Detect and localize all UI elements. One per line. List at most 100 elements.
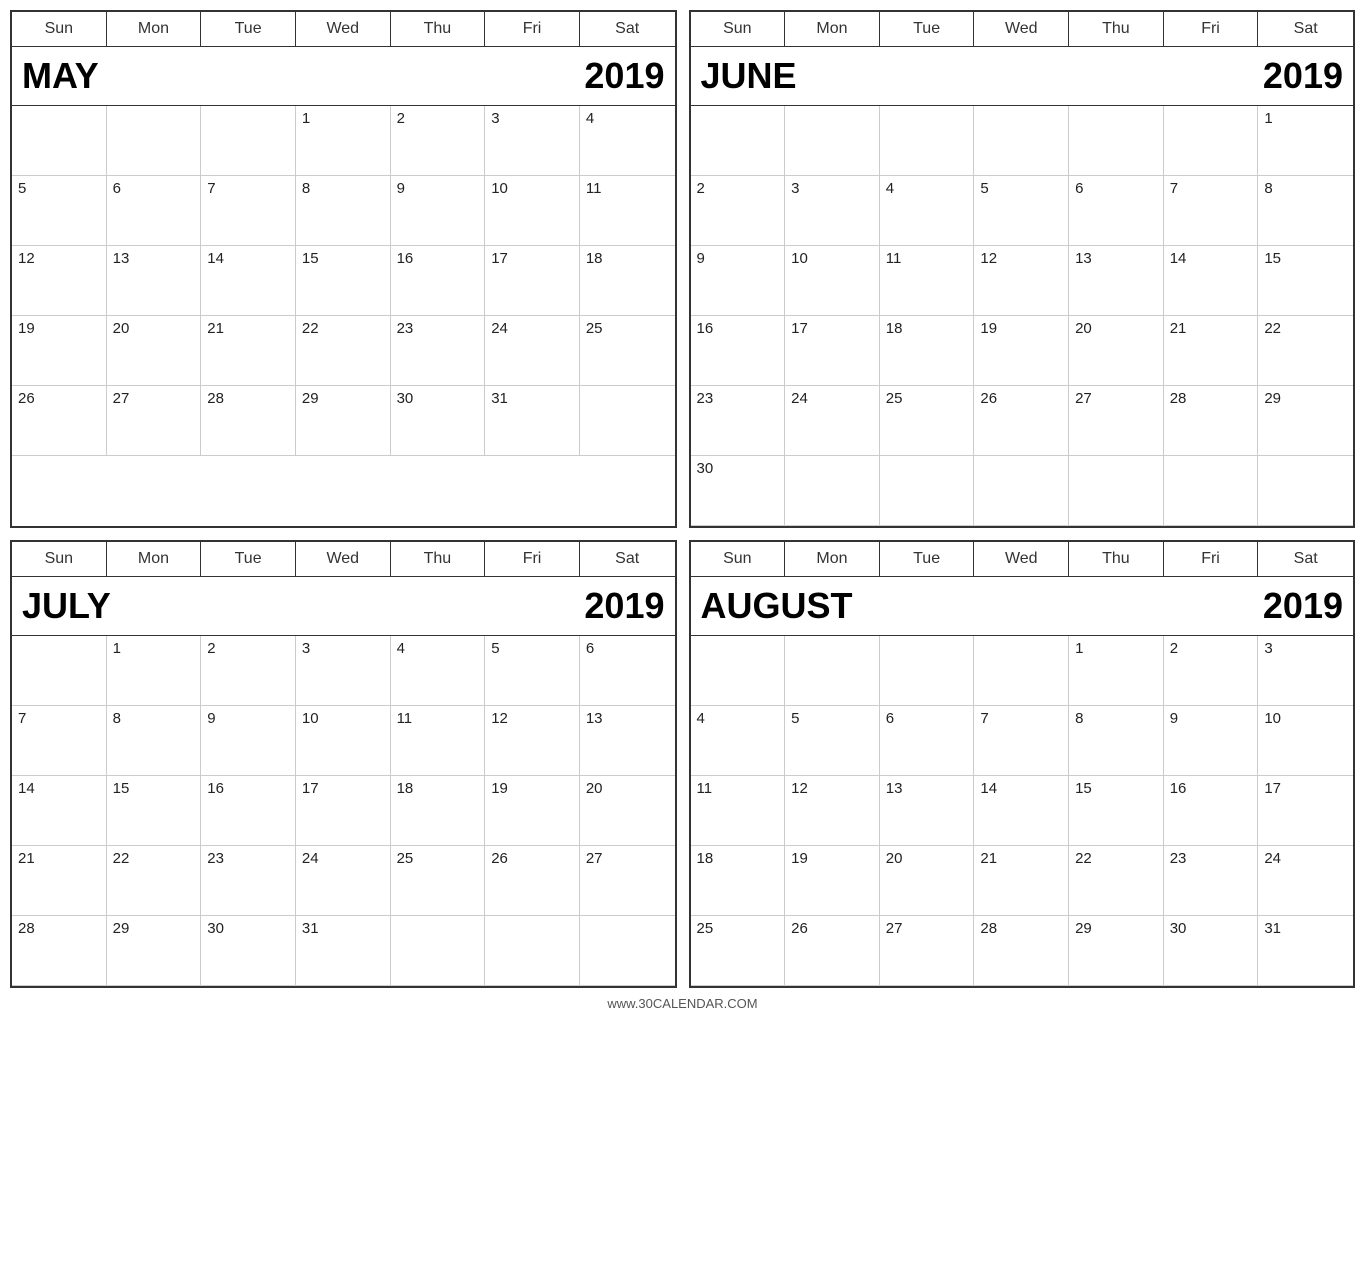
day-header-thu: Thu [391, 12, 486, 46]
day-cell: 11 [391, 706, 486, 776]
day-number: 9 [207, 710, 289, 727]
day-number: 20 [586, 780, 669, 797]
day-number: 31 [491, 390, 573, 407]
day-number: 24 [302, 850, 384, 867]
day-cell: 24 [296, 846, 391, 916]
day-cell: 5 [785, 706, 880, 776]
day-header-mon: Mon [107, 12, 202, 46]
year-name: 2019 [584, 55, 664, 97]
day-number: 15 [113, 780, 195, 797]
day-cell: 8 [1069, 706, 1164, 776]
day-cell: 11 [691, 776, 786, 846]
day-number: 24 [791, 390, 873, 407]
day-number: 10 [491, 180, 573, 197]
day-cell [107, 106, 202, 176]
day-cell: 3 [1258, 636, 1353, 706]
day-number: 29 [1264, 390, 1347, 407]
day-cell [580, 386, 675, 456]
day-number: 14 [980, 780, 1062, 797]
day-cell: 14 [201, 246, 296, 316]
day-cell: 25 [580, 316, 675, 386]
day-number: 28 [980, 920, 1062, 937]
day-number: 18 [397, 780, 479, 797]
day-cell: 14 [12, 776, 107, 846]
day-number: 8 [113, 710, 195, 727]
month-name: JUNE [701, 55, 797, 97]
day-cell: 29 [296, 386, 391, 456]
day-header-sat: Sat [1258, 12, 1353, 46]
day-cell: 12 [974, 246, 1069, 316]
day-cell: 18 [691, 846, 786, 916]
day-cell: 31 [485, 386, 580, 456]
day-cell: 4 [691, 706, 786, 776]
day-number: 10 [302, 710, 384, 727]
day-number: 24 [1264, 850, 1347, 867]
day-number: 22 [302, 320, 384, 337]
day-header-fri: Fri [1164, 12, 1259, 46]
day-number: 6 [586, 640, 669, 657]
day-number: 1 [1075, 640, 1157, 657]
day-cell: 21 [12, 846, 107, 916]
day-header-thu: Thu [1069, 12, 1164, 46]
day-number: 26 [791, 920, 873, 937]
day-number: 5 [491, 640, 573, 657]
calendar-june-2019: SunMonTueWedThuFriSatJUNE201912345678910… [689, 10, 1356, 528]
day-number: 21 [18, 850, 100, 867]
day-number: 9 [697, 250, 779, 267]
day-cell: 6 [880, 706, 975, 776]
day-number: 6 [886, 710, 968, 727]
day-number: 27 [1075, 390, 1157, 407]
day-number: 17 [791, 320, 873, 337]
day-cell: 1 [296, 106, 391, 176]
day-cell: 7 [1164, 176, 1259, 246]
day-cell: 23 [1164, 846, 1259, 916]
days-grid: 1234567891011121314151617181920212223242… [691, 636, 1354, 986]
days-grid: 1234567891011121314151617181920212223242… [691, 106, 1354, 526]
day-header-thu: Thu [1069, 542, 1164, 576]
day-cell: 26 [12, 386, 107, 456]
footer: www.30CALENDAR.COM [10, 996, 1355, 1011]
day-cell: 18 [391, 776, 486, 846]
day-number: 11 [697, 780, 779, 797]
day-number: 27 [113, 390, 195, 407]
day-cell: 22 [1258, 316, 1353, 386]
day-number: 3 [491, 110, 573, 127]
day-number: 2 [207, 640, 289, 657]
day-cell: 6 [1069, 176, 1164, 246]
day-headers: SunMonTueWedThuFriSat [12, 12, 675, 47]
month-name: MAY [22, 55, 99, 97]
month-title-row: JULY2019 [12, 577, 675, 636]
day-cell: 26 [974, 386, 1069, 456]
day-number: 29 [113, 920, 195, 937]
day-headers: SunMonTueWedThuFriSat [12, 542, 675, 577]
day-number: 26 [980, 390, 1062, 407]
day-number: 5 [18, 180, 100, 197]
day-cell: 20 [580, 776, 675, 846]
calendars-grid: SunMonTueWedThuFriSatMAY2019123456789101… [10, 10, 1355, 988]
day-number: 27 [886, 920, 968, 937]
day-number: 11 [586, 180, 669, 197]
day-cell [1069, 106, 1164, 176]
day-header-fri: Fri [1164, 542, 1259, 576]
day-cell: 9 [1164, 706, 1259, 776]
day-cell: 31 [1258, 916, 1353, 986]
day-number: 10 [1264, 710, 1347, 727]
day-number: 25 [886, 390, 968, 407]
day-cell: 13 [1069, 246, 1164, 316]
day-header-sun: Sun [12, 12, 107, 46]
day-cell [691, 106, 786, 176]
day-number: 20 [886, 850, 968, 867]
day-header-tue: Tue [201, 12, 296, 46]
day-number: 13 [886, 780, 968, 797]
day-number: 13 [113, 250, 195, 267]
day-number: 28 [18, 920, 100, 937]
day-cell: 20 [880, 846, 975, 916]
calendar-august-2019: SunMonTueWedThuFriSatAUGUST2019123456789… [689, 540, 1356, 988]
day-number: 20 [113, 320, 195, 337]
day-number: 16 [207, 780, 289, 797]
day-number: 7 [207, 180, 289, 197]
day-cell: 12 [485, 706, 580, 776]
day-cell: 7 [201, 176, 296, 246]
day-number: 23 [1170, 850, 1252, 867]
day-cell: 3 [296, 636, 391, 706]
